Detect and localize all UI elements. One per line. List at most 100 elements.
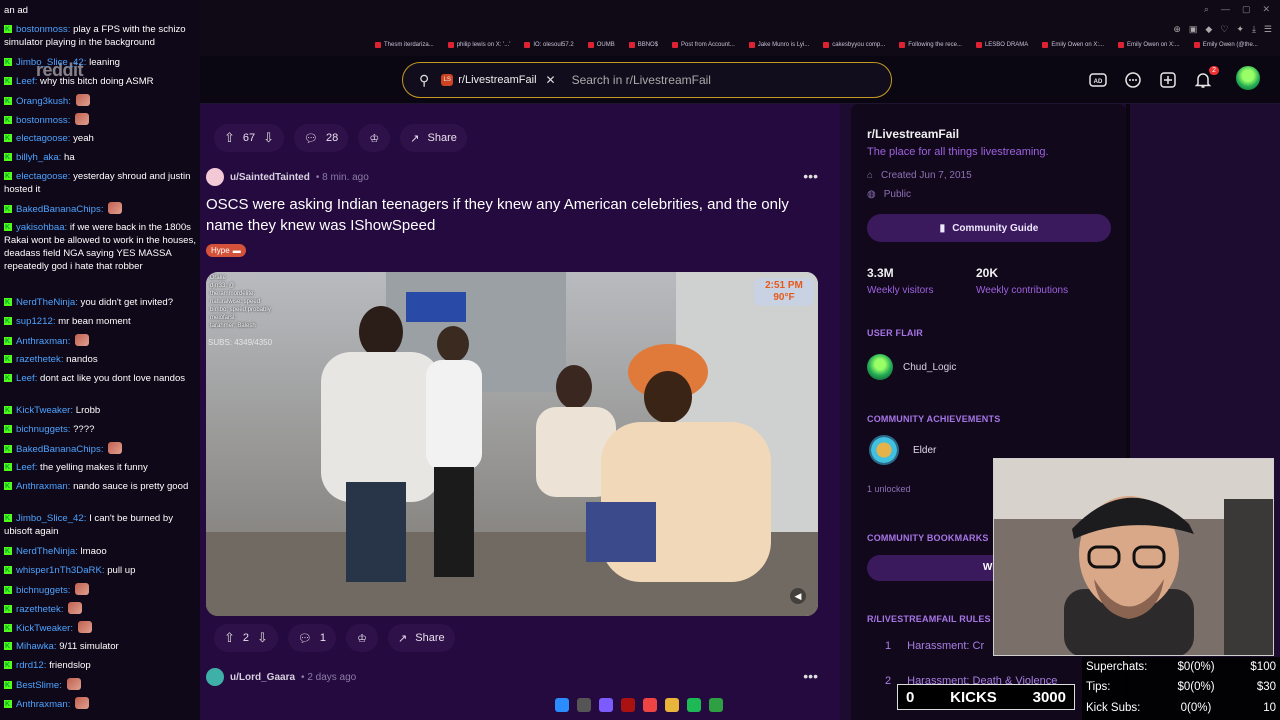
- windows-start-icon[interactable]: [555, 698, 569, 712]
- chat-username[interactable]: whisper1nTh3DaRK: [16, 565, 102, 576]
- bookmark-item[interactable]: philip lewis on X: '...': [448, 38, 511, 52]
- author-avatar[interactable]: [206, 168, 224, 186]
- chat-username[interactable]: NerdTheNinja: [16, 297, 75, 308]
- chat-username[interactable]: electagoose: [16, 171, 68, 182]
- share-button[interactable]: ↗ Share: [388, 624, 455, 652]
- bookmark-item[interactable]: Emily Owen on X:...: [1118, 38, 1180, 52]
- post-flair[interactable]: Hype ▬: [206, 244, 246, 257]
- chat-username[interactable]: Jimbo_Slice_42: [16, 57, 84, 68]
- browser-icon[interactable]: [643, 698, 657, 712]
- discord-icon[interactable]: [599, 698, 613, 712]
- community-guide-button[interactable]: ▮ Community Guide: [867, 214, 1111, 242]
- achievement-row[interactable]: Elder: [869, 435, 936, 465]
- chat-username[interactable]: bostonmoss: [16, 115, 68, 126]
- volume-icon[interactable]: ◀: [790, 588, 806, 604]
- user-avatar[interactable]: [1236, 66, 1260, 90]
- chat-username[interactable]: yakisohbaa: [16, 222, 65, 233]
- chat-colon: :: [68, 96, 74, 107]
- chat-icon[interactable]: [1123, 70, 1143, 90]
- user-flair-row[interactable]: Chud_Logic: [867, 354, 956, 380]
- minimize-icon[interactable]: —: [1221, 4, 1230, 15]
- chat-username[interactable]: Leef: [16, 373, 35, 384]
- post-author[interactable]: u/SaintedTainted: [230, 172, 310, 183]
- achievements-count[interactable]: 1 unlocked: [867, 484, 911, 494]
- zoom-icon[interactable]: ⊕: [1173, 24, 1181, 35]
- post-video[interactable]: Drake djrr33: @ therammordelite: naturalwis…: [206, 272, 818, 616]
- xbox-icon[interactable]: [709, 698, 723, 712]
- bookmark-item[interactable]: Emily Owen on X:...: [1042, 38, 1104, 52]
- chat-username[interactable]: KickTweaker: [16, 623, 70, 634]
- download-icon[interactable]: ⤓: [1252, 24, 1256, 35]
- chat-username[interactable]: billyh_aka: [16, 152, 59, 163]
- chat-username[interactable]: Jimbo_Slice_42: [16, 513, 84, 524]
- chat-username[interactable]: KickTweaker: [16, 405, 70, 416]
- search-bar[interactable]: ⚲ LS r/LivestreamFail ✕: [402, 62, 892, 98]
- chat-username[interactable]: Orang3kush: [16, 96, 68, 107]
- bookmark-item[interactable]: BBNO$: [629, 38, 658, 52]
- chat-username[interactable]: NerdTheNinja: [16, 546, 75, 557]
- chat-username[interactable]: electagoose: [16, 133, 68, 144]
- award-button[interactable]: ♔: [346, 624, 379, 652]
- comments-button[interactable]: 💬︎ 28: [294, 124, 349, 152]
- folder-icon[interactable]: [665, 698, 679, 712]
- subreddit-chip[interactable]: LS r/LivestreamFail ✕: [441, 73, 556, 87]
- chat-username[interactable]: Anthraxman: [16, 336, 68, 347]
- bookmark-item[interactable]: Emily Owen (@the...: [1194, 38, 1258, 52]
- chat-username[interactable]: Leef: [16, 76, 35, 87]
- advertise-icon[interactable]: AD: [1088, 70, 1108, 90]
- bookmark-item[interactable]: LESBO DRAMA: [976, 38, 1028, 52]
- bookmark-item[interactable]: OUMB: [588, 38, 615, 52]
- chat-username[interactable]: Mihawka: [16, 641, 54, 652]
- chat-username[interactable]: BakedBananaChips: [16, 444, 101, 455]
- bookmark-item[interactable]: cakesbyyou comp...: [823, 38, 885, 52]
- search-icon[interactable]: [577, 698, 591, 712]
- chat-username[interactable]: razethetek: [16, 604, 61, 615]
- more-options-icon[interactable]: •••: [803, 668, 818, 684]
- heart-icon[interactable]: ♡: [1220, 24, 1228, 35]
- bookmark-item[interactable]: Following the rece...: [899, 38, 962, 52]
- comments-button[interactable]: 💬︎ 1: [287, 624, 337, 652]
- downvote-icon[interactable]: ⇩: [257, 630, 268, 646]
- upvote-icon[interactable]: ⇧: [224, 630, 235, 646]
- notifications-icon[interactable]: 2: [1193, 66, 1219, 90]
- chat-username[interactable]: rdrd12: [16, 660, 44, 671]
- chat-username[interactable]: Anthraxman: [16, 481, 68, 492]
- close-icon[interactable]: ✕: [1262, 4, 1270, 15]
- menu-icon[interactable]: ☰: [1264, 24, 1272, 35]
- chat-username[interactable]: razethetek: [16, 354, 61, 365]
- rule-item[interactable]: 1 Harassment: Cr: [885, 640, 984, 652]
- chat-text: the yelling makes it funny: [40, 462, 148, 473]
- chat-username[interactable]: bostonmoss: [16, 24, 68, 35]
- downvote-icon[interactable]: ⇩: [263, 130, 274, 146]
- puzzle-icon[interactable]: ✦: [1236, 24, 1244, 35]
- close-icon[interactable]: ✕: [546, 73, 556, 87]
- bookmark-item[interactable]: Post from Account...: [672, 38, 735, 52]
- extension-icon[interactable]: ▣: [1189, 24, 1198, 35]
- chat-username[interactable]: bichnuggets: [16, 424, 68, 435]
- chat-username[interactable]: BakedBananaChips: [16, 204, 101, 215]
- create-post-icon[interactable]: [1158, 70, 1178, 90]
- search-icon[interactable]: ⌕: [1204, 4, 1209, 15]
- more-options-icon[interactable]: •••: [803, 168, 818, 184]
- upvote-icon[interactable]: ⇧: [224, 130, 235, 146]
- bookmark-item[interactable]: IO: olesoul57.2: [524, 38, 573, 52]
- stat-value: $0(0%): [1177, 661, 1215, 673]
- post-title[interactable]: OSCS were asking Indian teenagers if the…: [206, 194, 806, 236]
- chat-username[interactable]: BestSlime: [16, 680, 59, 691]
- award-button[interactable]: ♔: [358, 124, 391, 152]
- shield-icon[interactable]: ◆: [1205, 24, 1212, 35]
- chat-username[interactable]: Leef: [16, 462, 35, 473]
- chat-username[interactable]: sup1212: [16, 316, 53, 327]
- bookmark-item[interactable]: Thesm iterdariza...: [375, 38, 434, 52]
- community-title[interactable]: r/LivestreamFail: [867, 127, 959, 141]
- share-button[interactable]: ↗ Share: [400, 124, 467, 152]
- spotify-icon[interactable]: [687, 698, 701, 712]
- chat-username[interactable]: bichnuggets: [16, 585, 68, 596]
- search-input[interactable]: [571, 73, 872, 87]
- post-author[interactable]: u/Lord_Gaara: [230, 672, 295, 683]
- author-avatar[interactable]: [206, 668, 224, 686]
- obs-icon[interactable]: [621, 698, 635, 712]
- chat-username[interactable]: Anthraxman: [16, 699, 68, 710]
- maximize-icon[interactable]: ▢: [1242, 4, 1251, 15]
- bookmark-item[interactable]: Jake Munro is Lyi...: [749, 38, 809, 52]
